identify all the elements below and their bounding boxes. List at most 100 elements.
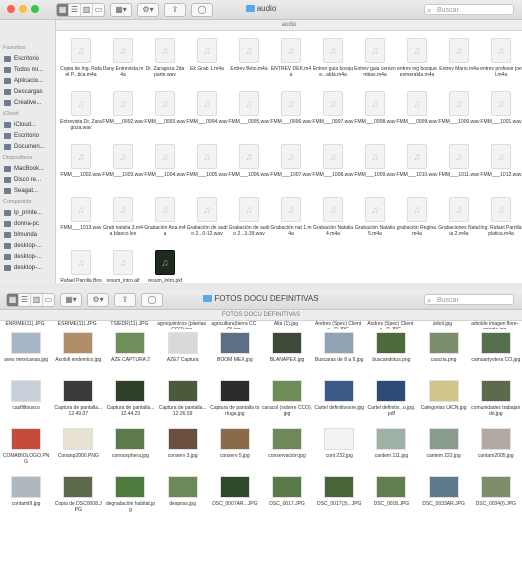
file-name[interactable]: agricultura(tierra CCO).jpg [209, 321, 259, 329]
sidebar-item[interactable]: Todos mi... [0, 64, 55, 75]
photo-item[interactable]: camuartyotera CO.jpg [470, 332, 522, 380]
file-item[interactable]: ♫ FMM___1001.wav [480, 91, 522, 144]
minimize-icon[interactable] [19, 5, 27, 13]
file-item[interactable]: ♫ FMM___1005.wav [186, 144, 228, 197]
file-name[interactable]: ESRIME(11).JPG [52, 321, 102, 329]
file-item[interactable]: ♫ Grabación Natalia 5.m4a [354, 197, 396, 250]
icon-view-icon[interactable]: ▦ [57, 4, 69, 16]
file-item[interactable]: ♫ Grab natalia 3.m4a blanco les [102, 197, 144, 250]
file-item[interactable]: ♫ FMM___1011.wav [438, 144, 480, 197]
search-input[interactable]: ⌕ Buscar [424, 294, 514, 305]
sidebar-item[interactable]: Disco re... [0, 174, 55, 185]
photo-item[interactable]: BOOM MÉX.jpg [209, 332, 261, 380]
file-item[interactable]: ♫ Grabación Natalia 4.m4a [312, 197, 354, 250]
photo-item[interactable]: DSC_0018.JPG [365, 476, 417, 524]
photo-item[interactable]: DSC_0034(I).JPG [470, 476, 522, 524]
sidebar-item[interactable]: desktop-... [0, 251, 55, 262]
file-item[interactable]: ♫ Copia de Ing. Rafael P...tica.m4a [60, 38, 102, 91]
file-item[interactable]: ♫ FMM___0997.wav [312, 91, 354, 144]
file-item[interactable]: ♫ grabación Regina.m4a [396, 197, 438, 250]
photo-item[interactable]: conocephera.jpg [104, 428, 156, 476]
sidebar-item[interactable]: iCloud... [0, 119, 55, 130]
file-item[interactable]: ♫ Grabaciones Natalia 2.m4a [438, 197, 480, 250]
photo-item[interactable]: Captura de pantalla...12.44.23 [104, 380, 156, 428]
photo-item[interactable]: cantem 111.jpg [365, 428, 417, 476]
list-view-icon[interactable]: ☰ [69, 4, 81, 16]
file-item[interactable]: ♫ FMM___0992.wav [102, 91, 144, 144]
share-button[interactable]: ⇪ [114, 293, 136, 307]
sidebar-item[interactable]: Escritorio [0, 53, 55, 64]
sidebar-item[interactable]: Escritorio [0, 130, 55, 141]
photo-item[interactable]: cont 232.jpg [313, 428, 365, 476]
column-view-icon[interactable]: ▥ [31, 294, 43, 306]
file-item[interactable]: ♫ entrev ing bosque esmeralda.m4a [396, 38, 438, 91]
file-item[interactable]: ♫ Grabación Ana.m4a [144, 197, 186, 250]
photo-item[interactable]: desposs.jpg [157, 476, 209, 524]
photo-item[interactable]: conservación.jpg [261, 428, 313, 476]
file-item[interactable]: ♫ resum_intro.pkf [144, 250, 186, 283]
file-item[interactable]: ♫ FMM___1002.wav [60, 144, 102, 197]
sidebar-item[interactable]: Documen... [0, 141, 55, 152]
window-titlebar[interactable]: ▦ ☰ ▥ ▭ ▦▾ ⚙▾ ⇪ ◯ audio ⌕ Buscar [0, 0, 522, 20]
photo-item[interactable]: COMABIOLOGO.PNG [0, 428, 52, 476]
photo-item[interactable]: Captura de pantalla...12.26.59 [157, 380, 209, 428]
photo-item[interactable]: AZE7 Captura [157, 332, 209, 380]
file-item[interactable]: ♫ Grabación de audio 2...3-39.wav [228, 197, 270, 250]
file-name[interactable]: Alta (1).jpg [261, 321, 311, 329]
file-item[interactable]: ♫ Grabación nat 1.m4a [270, 197, 312, 250]
sidebar-item[interactable]: lp_printe... [0, 207, 55, 218]
sidebar-item[interactable]: blmunda [0, 229, 55, 240]
file-item[interactable]: ♫ Ing. Rafael Parrilla platica.m4a [480, 197, 522, 250]
photo-item[interactable]: Conanp2000.PNG [52, 428, 104, 476]
file-item[interactable]: ♫ FMM___0995.wav [228, 91, 270, 144]
file-item[interactable]: ♫ Dany Entrevista.m4a [102, 38, 144, 91]
file-name[interactable]: árbol.jpg [418, 321, 468, 329]
photo-item[interactable]: castfiltousco [0, 380, 52, 428]
photo-item[interactable]: caracol (sobere CCO).jpg [261, 380, 313, 428]
photo-item[interactable]: Buscaras de 8 a 9.jpg [313, 332, 365, 380]
sidebar-item[interactable]: Descargas [0, 86, 55, 97]
sidebar-item[interactable]: Seagat... [0, 185, 55, 196]
photo-item[interactable]: Categorias UICN.jpg [418, 380, 470, 428]
arrange-button[interactable]: ▦▾ [110, 3, 132, 17]
file-name[interactable]: TSIEDR(11).JPG [104, 321, 154, 329]
action-gear-button[interactable]: ⚙▾ [137, 3, 159, 17]
photo-item[interactable]: Captura de pantalla tortuga.jpg [209, 380, 261, 428]
file-item[interactable]: ♫ Grabación de audio 2...0-12.wav [186, 197, 228, 250]
list-view-icon[interactable]: ☰ [19, 294, 31, 306]
file-item[interactable]: ♫ FMM___0993.wav [144, 91, 186, 144]
photo-item[interactable]: Cartel definitiv...o.jpg.pdf [365, 380, 417, 428]
photo-item[interactable]: contamIII.jpg [0, 476, 52, 524]
close-icon[interactable] [7, 5, 15, 13]
photo-item[interactable]: BLANAPEX.jpg [261, 332, 313, 380]
file-name[interactable]: agroquimicos (plantas CCO).jpg [157, 321, 207, 329]
column-view-icon[interactable]: ▥ [81, 4, 93, 16]
file-item[interactable]: ♫ FMM___1004.wav [144, 144, 186, 197]
photo-item[interactable]: comunidades trabajando.jpg [470, 380, 522, 428]
file-item[interactable]: ♫ Entrevista Dr. Zaragoza.wav [60, 91, 102, 144]
photo-item[interactable]: DSC_0033AR.JPG [418, 476, 470, 524]
file-item[interactable]: ♫ FMM___1010.wav [396, 144, 438, 197]
icon-view-icon[interactable]: ▦ [7, 294, 19, 306]
photo-item[interactable]: Copia de DSC0008.JPG [52, 476, 104, 524]
sidebar-item[interactable]: donna-pc [0, 218, 55, 229]
photo-item[interactable]: conserv 3.jpg [157, 428, 209, 476]
file-item[interactable]: ♫ Entrev Mario.m4a [438, 38, 480, 91]
photo-item[interactable]: DSC_0017(3)...JPG [313, 476, 365, 524]
file-name[interactable]: Andres (Spec) Cliente...D.JPG [313, 321, 363, 329]
tags-button[interactable]: ◯ [191, 3, 213, 17]
action-gear-button[interactable]: ⚙▾ [87, 293, 109, 307]
arrange-button[interactable]: ▦▾ [60, 293, 82, 307]
gallery-view-icon[interactable]: ▭ [93, 4, 104, 16]
file-item[interactable]: ♫ resum_intro.aif [102, 250, 144, 283]
file-item[interactable]: ♫ FMM___1003.wav [102, 144, 144, 197]
photo-item[interactable]: degradación habitat.jpg [104, 476, 156, 524]
file-item[interactable]: ♫ FMM___1012.wav [480, 144, 522, 197]
sidebar-item[interactable]: Creative... [0, 97, 55, 108]
file-name[interactable]: Andres (Spec) Cliente...D.JPG [365, 321, 415, 329]
file-item[interactable]: ♫ FMM___0994.wav [186, 91, 228, 144]
file-item[interactable]: ♫ FMM___1008.wav [312, 144, 354, 197]
photo-item[interactable]: buscandotus.png [365, 332, 417, 380]
sidebar-item[interactable]: desktop-... [0, 262, 55, 273]
search-input[interactable]: ⌕ Buscar [424, 4, 514, 15]
